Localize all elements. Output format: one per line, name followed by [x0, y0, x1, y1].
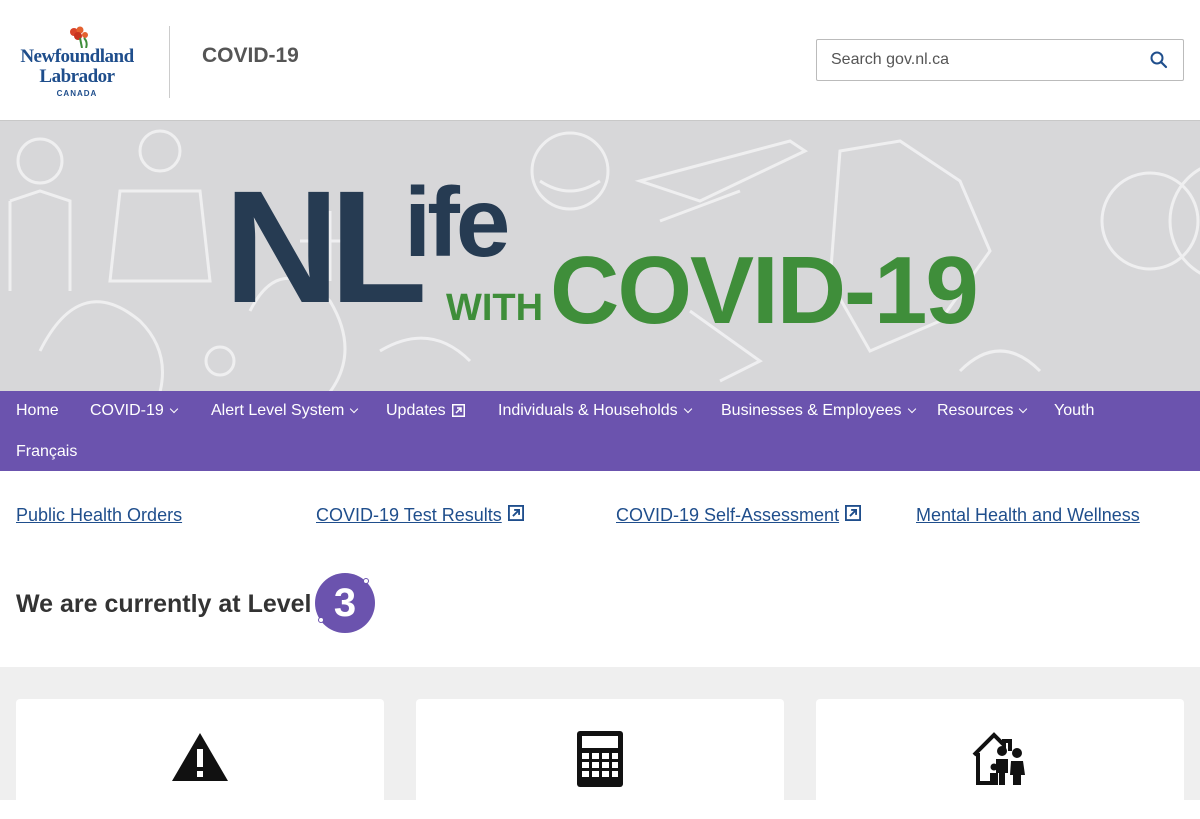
search-icon[interactable] — [1149, 50, 1169, 70]
chevron-down-icon — [169, 404, 179, 414]
card-households[interactable] — [816, 699, 1184, 819]
card-calculator[interactable] — [416, 699, 784, 819]
nav-item-label: Français — [16, 443, 78, 460]
nav-item-label: Businesses & Employees — [721, 402, 902, 419]
nl-government-logo[interactable]: Newfoundland Labrador CANADA — [16, 26, 138, 98]
nav-item-home[interactable]: Home — [16, 402, 59, 420]
nav-item-covid19[interactable]: COVID-19 — [90, 402, 179, 420]
link-covid19-self-assessment[interactable]: COVID-19 Self-Assessment — [616, 505, 862, 526]
alert-level-number: 3 — [333, 581, 357, 625]
nav-item-label: COVID-19 — [90, 402, 164, 419]
search-input[interactable] — [831, 40, 1141, 80]
card-alerts[interactable] — [16, 699, 384, 819]
nav-item-label: Updates — [386, 402, 446, 419]
alert-level-heading: We are currently at Level — [16, 590, 312, 618]
site-title[interactable]: COVID-19 — [202, 44, 299, 68]
external-link-icon — [451, 404, 465, 417]
link-covid19-test-results[interactable]: COVID-19 Test Results — [316, 505, 524, 526]
link-label: COVID-19 Test Results — [316, 505, 502, 525]
nav-item-label: Individuals & Households — [498, 402, 678, 419]
family-home-icon — [972, 732, 1025, 785]
chevron-down-icon — [350, 404, 359, 414]
logo-text-canada: CANADA — [56, 89, 98, 98]
banner-covid-text: COVID-19 — [550, 237, 979, 344]
calculator-icon — [577, 731, 623, 787]
link-label: Public Health Orders — [16, 505, 183, 525]
cards-section — [0, 667, 1200, 819]
hero-banner: NL ife WITH COVID-19 — [0, 120, 1200, 391]
chevron-down-icon — [907, 404, 916, 414]
external-link-icon — [845, 505, 862, 521]
chevron-down-icon — [683, 404, 692, 414]
warning-icon — [172, 733, 228, 781]
nav-item-updates[interactable]: Updates — [386, 402, 465, 420]
banner-life-text: ife — [404, 167, 510, 277]
nav-item-businesses-employees[interactable]: Businesses & Employees — [721, 402, 916, 420]
banner-with-text: WITH — [446, 287, 544, 329]
header-divider — [169, 26, 170, 98]
nav-item-label: Youth — [1054, 402, 1095, 419]
nav-item-label: Alert Level System — [211, 402, 345, 419]
link-label: COVID-19 Self-Assessment — [616, 505, 840, 525]
nav-item-resources[interactable]: Resources — [937, 402, 1028, 420]
nav-item-alert-level-system[interactable]: Alert Level System — [211, 402, 359, 420]
link-label: Mental Health and Wellness — [916, 505, 1140, 525]
link-mental-health-wellness[interactable]: Mental Health and Wellness — [916, 505, 1140, 526]
alert-level-badge: 3 — [312, 570, 378, 636]
link-public-health-orders[interactable]: Public Health Orders — [16, 505, 182, 526]
external-link-icon — [507, 505, 524, 521]
nav-item-label: Home — [16, 402, 59, 419]
pitcher-plant-flower-icon — [70, 26, 88, 48]
banner-nl-text: NL — [224, 157, 427, 336]
search-box — [816, 39, 1184, 81]
nav-item-youth[interactable]: Youth — [1054, 402, 1094, 420]
chevron-down-icon — [1019, 404, 1028, 414]
nav-item-label: Resources — [937, 402, 1014, 419]
main-navigation: Home COVID-19 Alert Level System Updates… — [0, 391, 1200, 471]
site-header: Newfoundland Labrador CANADA COVID-19 — [0, 0, 1200, 120]
logo-text-labrador: Labrador — [39, 66, 115, 87]
nav-item-individuals-households[interactable]: Individuals & Households — [498, 402, 692, 420]
logo-text-newfoundland: Newfoundland — [20, 46, 134, 67]
nav-item-francais[interactable]: Français — [16, 443, 77, 461]
